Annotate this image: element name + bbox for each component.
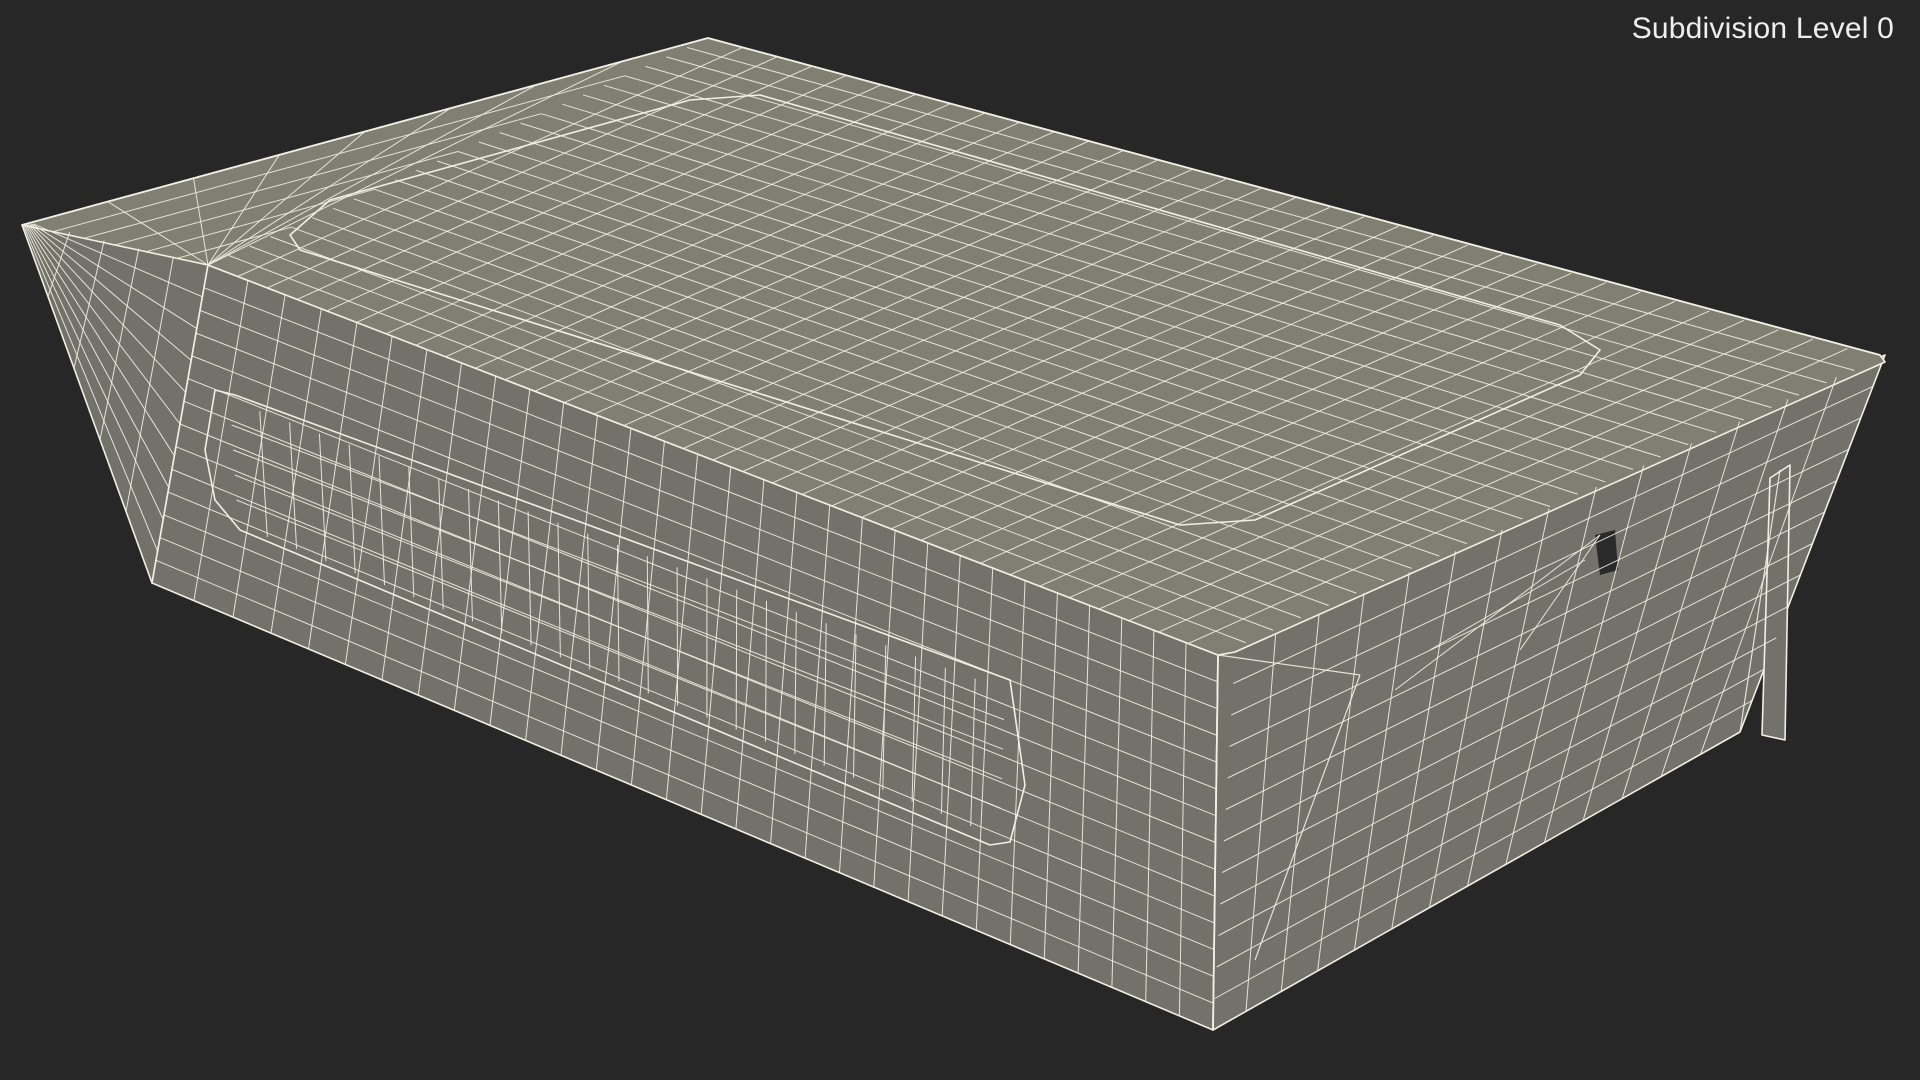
wire-edge (676, 567, 679, 706)
wire-edge (735, 589, 738, 730)
subdivision-level-label: Subdivision Level 0 (1631, 12, 1894, 45)
wireframe-render (21, 37, 1886, 1031)
box-model (21, 37, 1886, 1031)
3d-viewport[interactable]: Subdivision Level 0 (0, 0, 1920, 1080)
